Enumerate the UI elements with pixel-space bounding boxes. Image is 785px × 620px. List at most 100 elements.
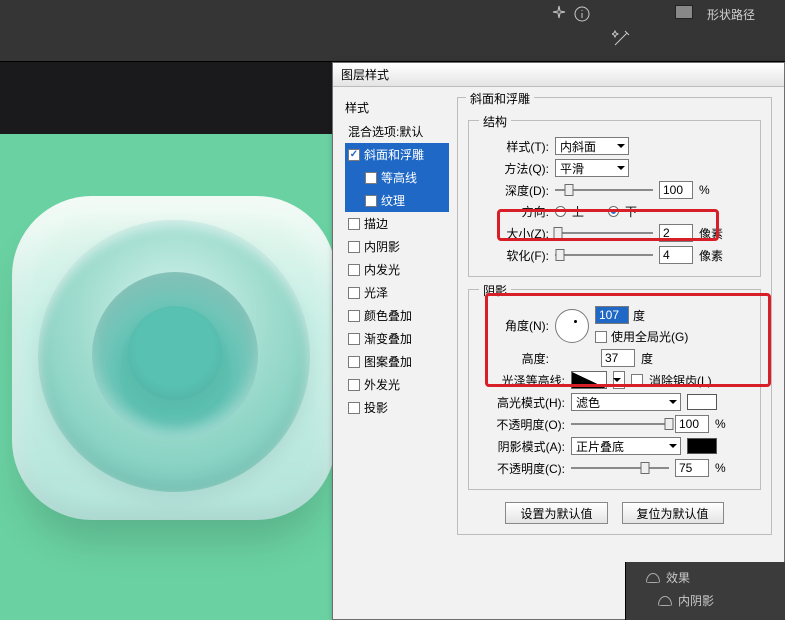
global-light-label: 使用全局光(G) (611, 328, 688, 345)
shadow-mode-select[interactable]: 正片叠底 (571, 437, 681, 455)
effects-row[interactable]: 效果 (634, 566, 777, 589)
gloss-contour-picker[interactable] (571, 371, 607, 389)
soften-slider[interactable] (555, 248, 653, 262)
altitude-input[interactable] (601, 349, 635, 367)
soften-label: 软化(F): (481, 247, 549, 264)
dialog-titlebar[interactable]: 图层样式 (333, 63, 784, 87)
angle-label: 角度(N): (481, 317, 549, 334)
antialias-label: 消除锯齿(L) (649, 372, 712, 389)
style-item-satin[interactable]: 光泽 (345, 281, 449, 304)
icon-preview-base (12, 196, 336, 520)
direction-up-text: 上 (572, 203, 584, 220)
style-item-pattern-overlay[interactable]: 图案叠加 (345, 350, 449, 373)
style-type-select[interactable]: 内斜面 (555, 137, 629, 155)
icon-preview-center-dot (128, 306, 222, 400)
style-item-outer-glow[interactable]: 外发光 (345, 373, 449, 396)
direction-up-radio[interactable] (555, 206, 566, 217)
antialias-checkbox[interactable] (631, 374, 643, 386)
layer-style-dialog: 图层样式 样式 混合选项:默认 斜面和浮雕 等高线 纹理 描边 内阴影 内发光 … (332, 62, 785, 620)
shadow-opacity-label: 不透明度(C): (481, 460, 565, 477)
checkbox-stroke[interactable] (348, 218, 360, 230)
icon-preview-inner-ring (92, 272, 258, 438)
shadow-opacity-input[interactable] (675, 459, 709, 477)
checkbox-bevel[interactable] (348, 149, 360, 161)
make-default-button[interactable]: 设置为默认值 (505, 502, 607, 524)
depth-label: 深度(D): (481, 182, 549, 199)
wand-icon[interactable] (612, 28, 632, 48)
gloss-contour-label: 光泽等高线: (481, 372, 565, 389)
angle-unit: 度 (633, 307, 645, 324)
styles-list-panel: 样式 混合选项:默认 斜面和浮雕 等高线 纹理 描边 内阴影 内发光 光泽 颜色… (333, 87, 455, 619)
technique-label: 方法(Q): (481, 160, 549, 177)
size-unit: 像素 (699, 225, 723, 242)
checkbox-outer-glow[interactable] (348, 379, 360, 391)
shadow-color-swatch[interactable] (687, 438, 717, 454)
shadow-mode-label: 阴影模式(A): (481, 438, 565, 455)
depth-input[interactable] (659, 181, 693, 199)
highlight-color-swatch[interactable] (687, 394, 717, 410)
section-title: 斜面和浮雕 (466, 90, 534, 107)
visibility-eye-icon[interactable] (646, 573, 660, 583)
shape-color-swatch[interactable] (675, 5, 693, 19)
effects-label: 效果 (666, 569, 690, 586)
soften-input[interactable] (659, 246, 693, 264)
gloss-contour-dropdown[interactable] (613, 371, 625, 389)
structure-legend: 结构 (479, 113, 511, 130)
visibility-eye-icon[interactable] (658, 596, 672, 606)
soften-unit: 像素 (699, 247, 723, 264)
inner-shadow-row[interactable]: 内阴影 (634, 589, 777, 612)
highlight-opacity-label: 不透明度(O): (481, 416, 565, 433)
angle-wheel[interactable] (555, 309, 589, 343)
style-item-color-overlay[interactable]: 颜色叠加 (345, 304, 449, 327)
style-item-blend-options[interactable]: 混合选项:默认 (345, 120, 449, 143)
size-label: 大小(Z): (481, 225, 549, 242)
depth-slider[interactable] (555, 183, 653, 197)
altitude-unit: 度 (641, 350, 653, 367)
checkbox-inner-shadow[interactable] (348, 241, 360, 253)
highlight-opacity-slider[interactable] (571, 417, 669, 431)
style-item-inner-shadow[interactable]: 内阴影 (345, 235, 449, 258)
highlight-opacity-input[interactable] (675, 415, 709, 433)
shadow-opacity-slider[interactable] (571, 461, 669, 475)
depth-unit: % (699, 183, 710, 197)
direction-down-text: 下 (625, 203, 637, 220)
angle-input[interactable] (595, 306, 629, 324)
checkbox-gradient-overlay[interactable] (348, 333, 360, 345)
top-toolbar: 形状路径 (0, 0, 785, 62)
info-icon[interactable] (572, 4, 592, 24)
style-item-texture[interactable]: 纹理 (345, 189, 449, 212)
checkbox-inner-glow[interactable] (348, 264, 360, 276)
style-item-inner-glow[interactable]: 内发光 (345, 258, 449, 281)
size-input[interactable] (659, 224, 693, 242)
reset-default-button[interactable]: 复位为默认值 (622, 502, 724, 524)
style-item-bevel[interactable]: 斜面和浮雕 (345, 143, 449, 166)
highlight-mode-label: 高光模式(H): (481, 394, 565, 411)
checkbox-satin[interactable] (348, 287, 360, 299)
highlight-mode-select[interactable]: 滤色 (571, 393, 681, 411)
checkbox-drop-shadow[interactable] (348, 402, 360, 414)
shading-group: 阴影 角度(N): 度 使用全局光(G) (468, 289, 761, 490)
style-type-label: 样式(T): (481, 138, 549, 155)
shadow-opacity-unit: % (715, 461, 726, 475)
direction-down-radio[interactable] (608, 206, 619, 217)
style-item-drop-shadow[interactable]: 投影 (345, 396, 449, 419)
checkbox-pattern-overlay[interactable] (348, 356, 360, 368)
styles-header: 样式 (345, 97, 449, 120)
checkbox-contour[interactable] (365, 172, 377, 184)
bevel-settings-panel: 斜面和浮雕 结构 样式(T): 内斜面 方法(Q): 平滑 深度(D): (455, 87, 784, 619)
technique-select[interactable]: 平滑 (555, 159, 629, 177)
altitude-label: 高度: (481, 350, 549, 367)
global-light-checkbox[interactable] (595, 331, 607, 343)
style-item-contour[interactable]: 等高线 (345, 166, 449, 189)
size-slider[interactable] (555, 226, 653, 240)
checkbox-color-overlay[interactable] (348, 310, 360, 322)
direction-label: 方向: (481, 203, 549, 220)
checkbox-texture[interactable] (365, 195, 377, 207)
highlight-opacity-unit: % (715, 417, 726, 431)
layers-effects-panel: 效果 内阴影 (625, 562, 785, 620)
inner-shadow-label: 内阴影 (678, 592, 714, 609)
sparkle-icon[interactable] (549, 4, 569, 24)
shading-legend: 阴影 (479, 282, 511, 299)
style-item-stroke[interactable]: 描边 (345, 212, 449, 235)
style-item-gradient-overlay[interactable]: 渐变叠加 (345, 327, 449, 350)
